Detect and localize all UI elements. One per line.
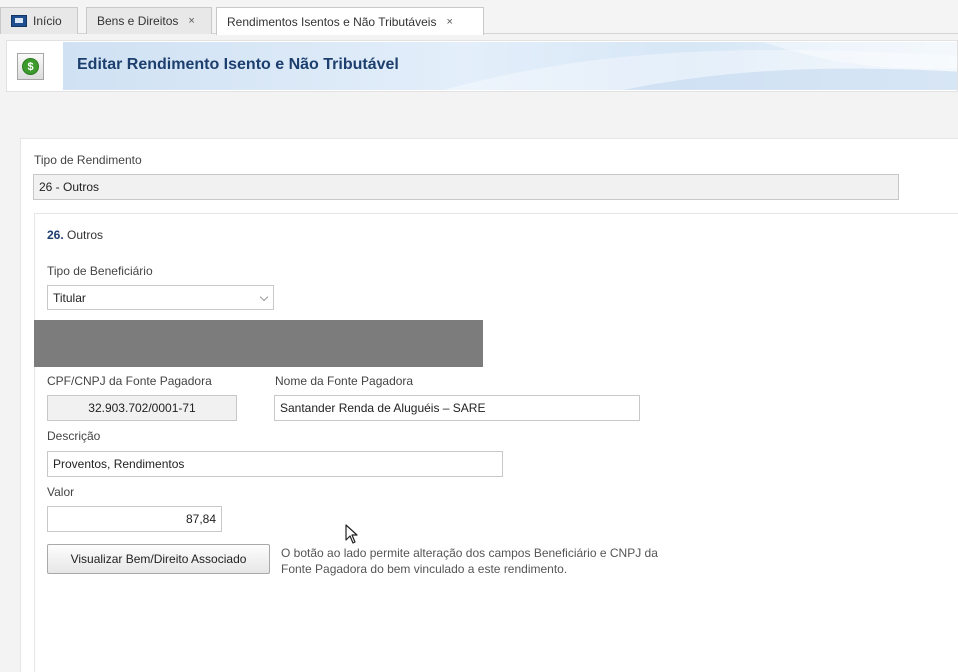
page-header: $ Editar Rendimento Isento e Não Tributá… xyxy=(6,40,958,92)
section-title: 26. Outros xyxy=(47,228,103,242)
hint-line-1: O botão ao lado permite alteração dos ca… xyxy=(281,546,658,560)
tipo-rendimento-label: Tipo de Rendimento xyxy=(34,153,142,167)
hint-line-2: Fonte Pagadora do bem vinculado a este r… xyxy=(281,562,568,576)
tab-label: Rendimentos Isentos e Não Tributáveis xyxy=(227,14,437,29)
tipo-rendimento-field: 26 - Outros xyxy=(33,174,899,200)
home-icon xyxy=(11,15,27,27)
nome-fonte-value: Santander Renda de Aluguéis – SARE xyxy=(280,401,486,415)
nome-fonte-field[interactable]: Santander Renda de Aluguéis – SARE xyxy=(274,395,640,421)
close-icon[interactable]: × xyxy=(188,15,194,27)
tab-inicio[interactable]: Início xyxy=(0,7,78,34)
tab-rendimentos-isentos[interactable]: Rendimentos Isentos e Não Tributáveis × xyxy=(216,7,484,35)
valor-label: Valor xyxy=(47,485,75,499)
page-title: Editar Rendimento Isento e Não Tributáve… xyxy=(77,56,399,73)
chevron-down-icon xyxy=(259,292,269,302)
coin-icon: $ xyxy=(17,53,44,80)
outros-section xyxy=(34,213,958,672)
tab-label: Bens e Direitos xyxy=(97,14,179,28)
section-name: Outros xyxy=(67,228,104,242)
tab-label: Início xyxy=(33,14,62,28)
cpf-cnpj-value: 32.903.702/0001-71 xyxy=(88,401,196,415)
tipo-beneficiario-label: Tipo de Beneficiário xyxy=(47,264,153,278)
tab-strip: Início Bens e Direitos × Rendimentos Ise… xyxy=(0,0,958,35)
valor-value: 87,84 xyxy=(185,512,216,526)
tab-bens-direitos[interactable]: Bens e Direitos × xyxy=(86,7,212,34)
tipo-beneficiario-value: Titular xyxy=(53,290,86,305)
hint-text: O botão ao lado permite alteração dos ca… xyxy=(281,545,721,577)
coin-glyph: $ xyxy=(22,58,39,75)
descricao-label: Descrição xyxy=(47,429,101,443)
redacted-area xyxy=(34,320,483,367)
section-number: 26. xyxy=(47,228,64,242)
mouse-pointer-icon xyxy=(345,524,358,544)
cpf-cnpj-field: 32.903.702/0001-71 xyxy=(47,395,237,421)
valor-field[interactable]: 87,84 xyxy=(47,506,222,532)
close-icon[interactable]: × xyxy=(446,16,452,28)
tipo-rendimento-value: 26 - Outros xyxy=(39,180,100,194)
descricao-field[interactable]: Proventos, Rendimentos xyxy=(47,451,503,477)
nome-fonte-label: Nome da Fonte Pagadora xyxy=(275,374,414,388)
visualizar-bem-button[interactable]: Visualizar Bem/Direito Associado xyxy=(47,544,270,574)
descricao-value: Proventos, Rendimentos xyxy=(53,457,185,471)
header-banner: Editar Rendimento Isento e Não Tributáve… xyxy=(63,42,957,90)
tipo-beneficiario-select[interactable]: Titular xyxy=(47,285,274,310)
cpf-cnpj-label: CPF/CNPJ da Fonte Pagadora xyxy=(47,374,212,388)
